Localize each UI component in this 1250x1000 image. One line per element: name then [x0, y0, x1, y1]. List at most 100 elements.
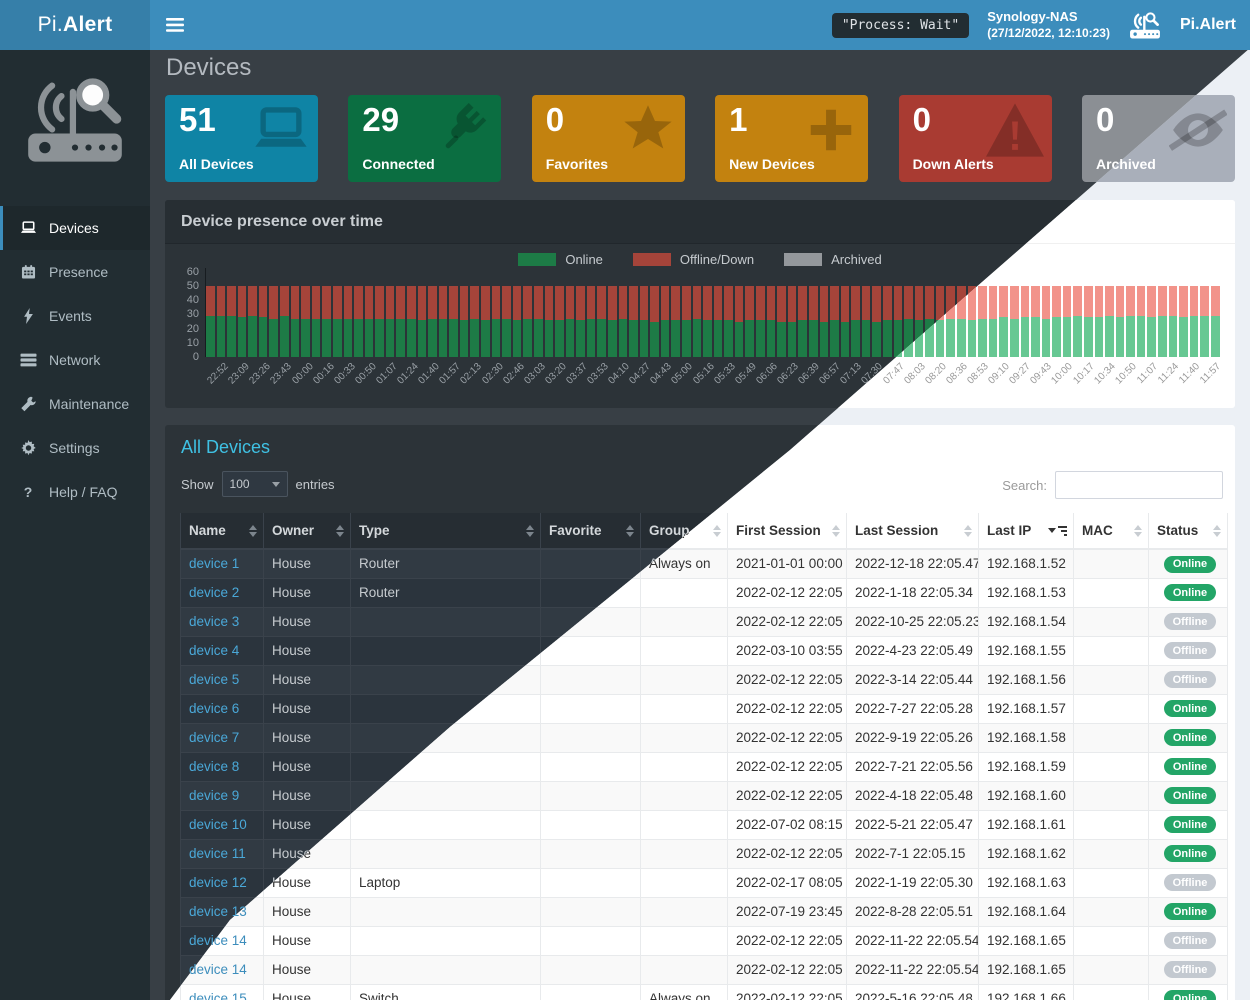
sidebar-item-presence[interactable]: Presence — [0, 250, 150, 294]
cell-group — [641, 781, 728, 810]
online-segment — [587, 319, 596, 357]
device-link[interactable]: device 7 — [189, 730, 239, 745]
device-link[interactable]: device 8 — [189, 759, 239, 774]
device-link[interactable]: device 4 — [189, 643, 239, 658]
presence-bar — [1021, 286, 1030, 357]
offline-segment — [259, 286, 268, 317]
column-header-owner[interactable]: Owner — [264, 513, 351, 549]
cell-owner: House — [264, 723, 351, 752]
online-segment — [767, 320, 776, 357]
brand-suffix: Alert — [63, 13, 112, 37]
device-link[interactable]: device 9 — [189, 788, 239, 803]
sort-icon — [713, 525, 721, 537]
sidebar-item-network[interactable]: Network — [0, 338, 150, 382]
device-link[interactable]: device 10 — [189, 817, 247, 832]
navbar-right: "Process: Wait" Synology-NAS (27/12/2022… — [832, 9, 1236, 40]
online-segment — [1042, 319, 1051, 357]
card-all-devices[interactable]: 51All Devices — [165, 95, 318, 182]
search-label: Search: — [1002, 478, 1047, 493]
presence-bar — [682, 286, 691, 357]
device-link[interactable]: device 1 — [189, 556, 239, 571]
column-header-favorite[interactable]: Favorite — [541, 513, 641, 549]
presence-bar — [333, 286, 342, 357]
device-link[interactable]: device 6 — [189, 701, 239, 716]
x-tick: 05:33 — [713, 359, 734, 405]
online-segment — [841, 322, 850, 357]
offline-segment — [608, 286, 617, 320]
cell-last-session: 2022-3-14 22:05.44 — [847, 665, 979, 694]
presence-bar — [820, 286, 829, 357]
warning-icon — [986, 103, 1044, 157]
legend-item-offline-down: Offline/Down — [633, 252, 754, 267]
pialert-dashboard: Pi.Alert "Process: Wait" Synology-NAS (2… — [0, 0, 1250, 1000]
column-header-last-session: Last Session — [847, 513, 979, 549]
cell-group — [641, 868, 728, 897]
offline-segment — [555, 286, 564, 320]
summary-cards: 51All Devices29Connected0Favorites1New D… — [165, 95, 1235, 182]
offline-segment — [439, 286, 448, 319]
presence-bar — [1158, 286, 1167, 357]
presence-bar — [227, 286, 236, 357]
offline-segment — [513, 286, 522, 320]
sidebar-item-events[interactable]: Events — [0, 294, 150, 338]
offline-segment — [925, 286, 934, 319]
entries-select[interactable]: 100 — [222, 471, 288, 497]
column-header-type[interactable]: Type — [351, 513, 541, 549]
card-value: 0 — [913, 101, 931, 139]
sidebar-item-help-faq[interactable]: ?Help / FAQ — [0, 470, 150, 514]
column-label: Type — [359, 523, 390, 538]
presence-bar — [693, 286, 702, 357]
presence-bar — [640, 286, 649, 357]
status-badge: Offline — [1164, 961, 1217, 978]
offline-segment — [1126, 286, 1135, 316]
presence-bar — [386, 286, 395, 357]
device-link[interactable]: device 3 — [189, 614, 239, 629]
x-tick: 23:26 — [248, 359, 269, 405]
offline-segment — [248, 286, 257, 316]
cell-name: device 6 — [181, 694, 264, 723]
cell-mac — [1074, 752, 1149, 781]
legend-item-online: Online — [518, 252, 603, 267]
navbar: "Process: Wait" Synology-NAS (27/12/2022… — [150, 0, 1250, 50]
brand-logo[interactable]: Pi.Alert — [0, 0, 150, 50]
card-label: Favorites — [546, 156, 608, 172]
card-value: 51 — [179, 101, 216, 139]
cell-status: Online — [1149, 839, 1228, 868]
hamburger-icon[interactable] — [166, 17, 188, 33]
cell-mac — [1074, 694, 1149, 723]
table-row: device 12HouseLaptop2022-02-17 08:052022… — [181, 868, 1228, 897]
x-tick: 22:52 — [206, 359, 227, 405]
offline-segment — [682, 286, 691, 320]
sidebar-item-maintenance[interactable]: Maintenance — [0, 382, 150, 426]
column-header-status: Status — [1149, 513, 1228, 549]
offline-segment — [206, 286, 215, 316]
cell-favorite — [541, 752, 641, 781]
cell-status: Online — [1149, 723, 1228, 752]
online-segment — [1010, 319, 1019, 357]
presence-bar — [1169, 286, 1178, 357]
card-new-devices[interactable]: 1New Devices — [715, 95, 868, 182]
card-label: Down Alerts — [913, 156, 994, 172]
card-down-alerts[interactable]: 0 Down Alerts — [899, 95, 1052, 182]
page-size-control: Show 100 entries — [181, 471, 335, 497]
device-link[interactable]: device 2 — [189, 585, 239, 600]
presence-bar — [344, 286, 353, 357]
offline-segment — [703, 286, 712, 320]
device-link[interactable]: device 5 — [189, 672, 239, 687]
calendar-icon — [18, 263, 38, 281]
sidebar-item-devices[interactable]: Devices — [0, 206, 150, 250]
sidebar-item-label: Devices — [49, 220, 99, 236]
device-link[interactable]: device 11 — [189, 846, 246, 861]
offline-segment — [407, 286, 416, 319]
offline-segment — [523, 286, 532, 319]
status-badge: Online — [1164, 990, 1216, 1000]
column-header-name[interactable]: Name — [181, 513, 264, 549]
cell-favorite — [541, 839, 641, 868]
cell-group — [641, 839, 728, 868]
card-favorites[interactable]: 0Favorites — [532, 95, 685, 182]
sidebar-item-settings[interactable]: Settings — [0, 426, 150, 470]
device-link[interactable]: device 12 — [189, 875, 247, 890]
card-connected[interactable]: 29Connected — [348, 95, 501, 182]
sidebar-nav: Devices PresenceEventsNetworkMaintenanceS… — [0, 206, 150, 514]
online-segment — [407, 319, 416, 357]
